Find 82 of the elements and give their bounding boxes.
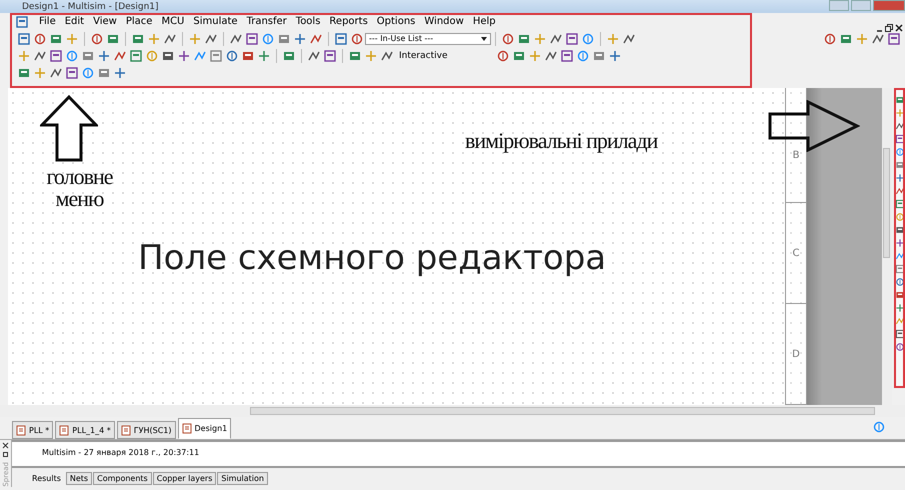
menu-item[interactable]: File xyxy=(39,16,56,27)
link-icon[interactable] xyxy=(872,420,886,434)
tool-icon[interactable] xyxy=(565,32,579,46)
tool-icon[interactable] xyxy=(245,32,259,46)
interactive-button[interactable]: Interactive xyxy=(399,50,448,60)
instrument-icon[interactable] xyxy=(896,185,903,197)
tool-icon[interactable] xyxy=(823,32,837,46)
instrument-icon[interactable] xyxy=(896,276,903,288)
caret-icon xyxy=(481,36,487,40)
instrument-icon[interactable] xyxy=(896,237,903,249)
annotation-text: Поле схемного редактора xyxy=(138,238,606,278)
schematic-sheet[interactable] xyxy=(8,88,785,405)
document-icon xyxy=(15,14,29,28)
tool-icon[interactable] xyxy=(17,32,31,46)
tool-icon[interactable] xyxy=(323,48,337,62)
instrument-icon[interactable] xyxy=(896,159,903,171)
tool-icon[interactable] xyxy=(334,32,348,46)
instrument-icon[interactable] xyxy=(896,94,903,106)
up-arrow xyxy=(40,95,98,162)
document-icon xyxy=(59,424,70,436)
instrument-icon[interactable] xyxy=(896,172,903,184)
tool-icon[interactable] xyxy=(257,48,271,62)
menu-item[interactable]: Simulate xyxy=(193,16,238,27)
panel-tab[interactable]: Simulation xyxy=(217,472,268,485)
instrument-icon[interactable] xyxy=(896,198,903,210)
close-icon[interactable] xyxy=(895,24,903,32)
instrument-icon[interactable] xyxy=(896,133,903,145)
tool-icon[interactable] xyxy=(97,48,111,62)
design-tab[interactable]: Design1 xyxy=(178,418,232,439)
menu-item[interactable]: Transfer xyxy=(246,16,287,27)
instrument-icon[interactable] xyxy=(896,289,903,301)
tool-icon[interactable] xyxy=(887,32,901,46)
design-tab[interactable]: PLL * xyxy=(12,421,54,439)
instrument-icon[interactable] xyxy=(896,302,903,314)
menu-item[interactable]: Window xyxy=(424,16,464,27)
tool-icon[interactable] xyxy=(33,32,47,46)
menu-item[interactable]: Tools xyxy=(296,16,320,27)
design-tab[interactable]: ГУН(SC1) xyxy=(116,421,176,439)
document-icon xyxy=(182,423,193,434)
tool-icon[interactable] xyxy=(560,48,574,62)
annotation-text: вимірювальні прилади xyxy=(465,128,658,154)
document-icon xyxy=(16,424,27,436)
document-icon xyxy=(120,424,132,436)
instrument-icon[interactable] xyxy=(896,328,903,340)
menu-item[interactable]: Reports xyxy=(329,16,368,27)
tool-icon[interactable] xyxy=(49,48,63,62)
border-letter: C xyxy=(792,248,800,258)
tool-icon[interactable] xyxy=(129,48,143,62)
menu-item[interactable]: Edit xyxy=(64,16,84,27)
instrument-icon[interactable] xyxy=(896,224,903,236)
in-use-list-dropdown[interactable]: --- In-Use List --- xyxy=(365,32,491,44)
window-title: Design1 - Multisim - [Design1] xyxy=(22,2,159,13)
border-letter: D xyxy=(792,348,800,360)
tool-icon[interactable] xyxy=(209,48,223,62)
menu-item[interactable]: Options xyxy=(376,16,416,27)
tool-icon[interactable] xyxy=(177,48,191,62)
log-message: Multisim - 27 января 2018 г., 20:37:11 xyxy=(42,448,200,457)
panel-tab[interactable]: Nets xyxy=(66,472,92,485)
pin-icon[interactable] xyxy=(2,451,9,458)
menu-item[interactable]: MCU xyxy=(161,16,184,27)
tool-icon[interactable] xyxy=(90,32,104,46)
annotation-text: головне меню xyxy=(45,166,114,210)
tool-icon[interactable] xyxy=(501,32,515,46)
instrument-icon[interactable] xyxy=(896,263,903,275)
menu-item[interactable]: Place xyxy=(126,16,152,27)
menu-item[interactable]: View xyxy=(93,16,117,27)
tool-icon[interactable] xyxy=(350,32,364,46)
tool-icon[interactable] xyxy=(293,32,307,46)
design-tab[interactable]: PLL_1_4 * xyxy=(55,421,115,439)
tool-icon[interactable] xyxy=(496,48,510,62)
border-letter: B xyxy=(792,150,800,161)
panel-tab[interactable]: Components xyxy=(93,472,152,485)
tool-icon[interactable] xyxy=(113,66,127,80)
menu-item[interactable]: Help xyxy=(472,16,496,27)
tool-icon[interactable] xyxy=(608,48,622,62)
instrument-icon[interactable] xyxy=(896,341,903,353)
restore-icon[interactable] xyxy=(885,24,893,32)
tool-icon[interactable] xyxy=(225,48,239,62)
close-icon[interactable] xyxy=(2,442,9,449)
tool-icon[interactable] xyxy=(65,66,79,80)
panel-tab[interactable]: Copper layers xyxy=(152,472,216,485)
instrument-icon[interactable] xyxy=(896,120,903,132)
